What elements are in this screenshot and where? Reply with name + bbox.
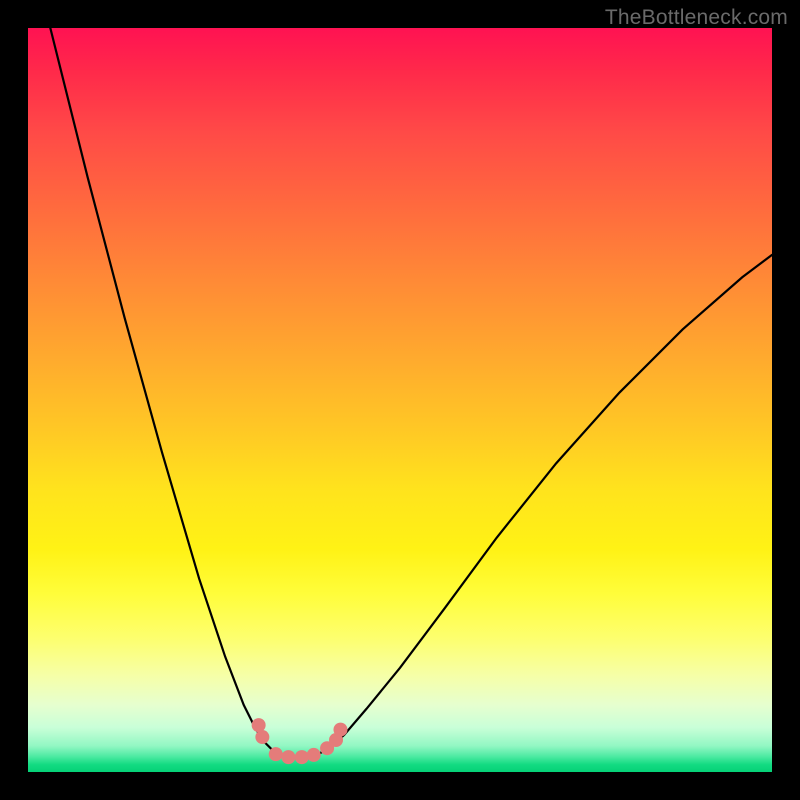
- watermark-text: TheBottleneck.com: [605, 6, 788, 30]
- curve-marker: [333, 723, 347, 737]
- curve-marker: [307, 748, 321, 762]
- marker-group: [252, 718, 348, 764]
- curve-svg: [28, 28, 772, 772]
- plot-area: [28, 28, 772, 772]
- bottleneck-curve: [50, 28, 772, 757]
- chart-frame: TheBottleneck.com: [0, 0, 800, 800]
- curve-marker: [295, 750, 309, 764]
- curve-marker: [281, 750, 295, 764]
- curve-marker: [269, 747, 283, 761]
- curve-marker: [252, 718, 266, 732]
- curve-marker: [255, 730, 269, 744]
